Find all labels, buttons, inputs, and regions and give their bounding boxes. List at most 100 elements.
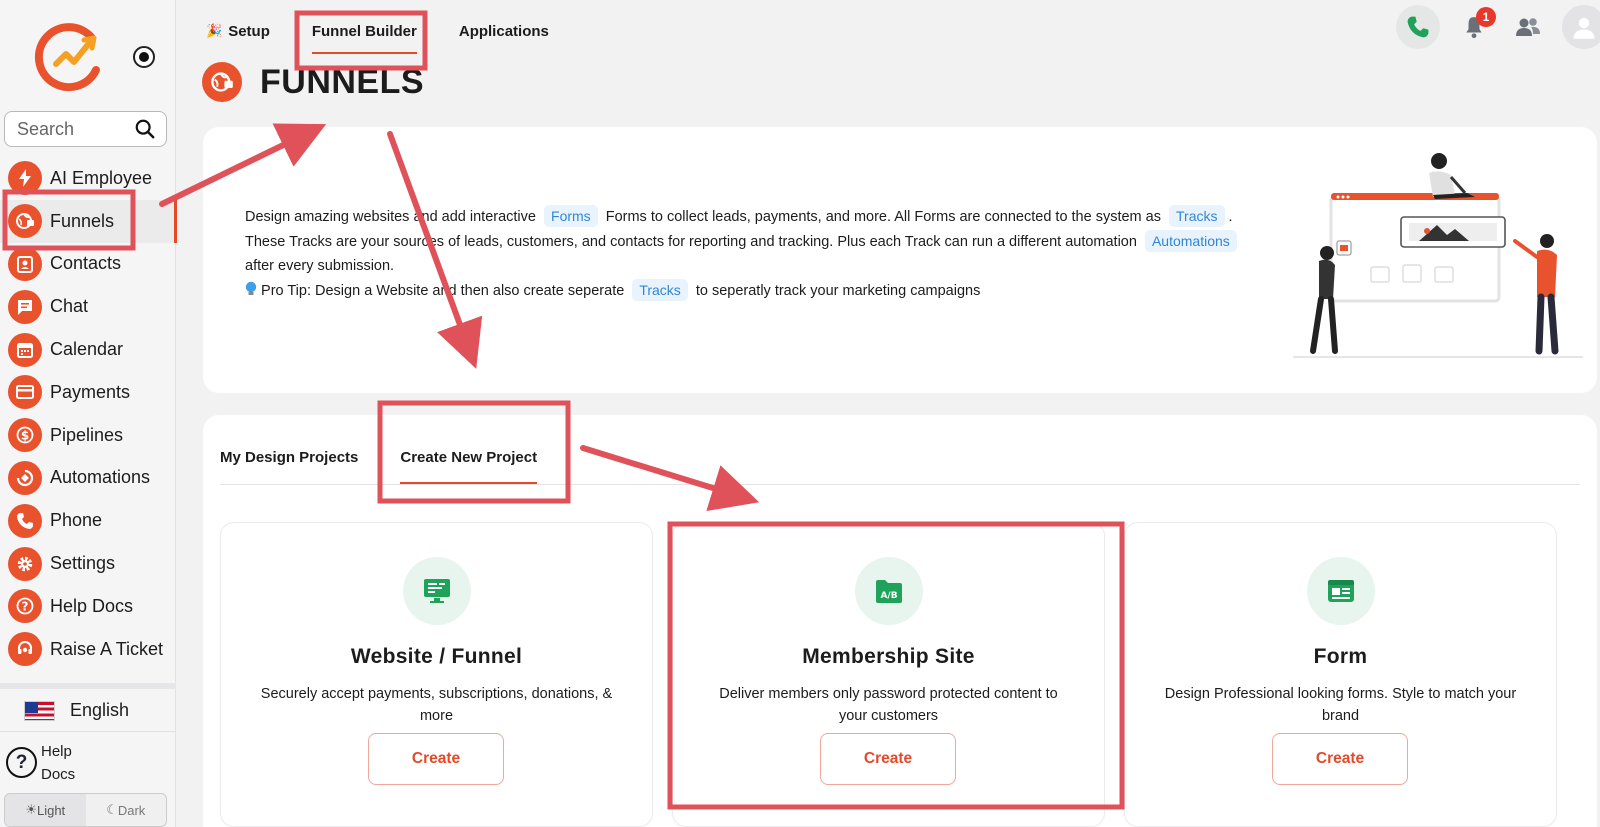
page-header: FUNNELS xyxy=(202,62,424,102)
search-box[interactable] xyxy=(4,111,167,147)
chat-bubble-icon xyxy=(8,289,42,324)
card-description: Deliver members only password protected … xyxy=(719,686,1058,724)
svg-text:?: ? xyxy=(22,600,29,614)
team-design-illustration xyxy=(1293,153,1583,358)
create-website-funnel-button[interactable]: Create xyxy=(368,733,504,785)
tracks-chip[interactable]: Tracks xyxy=(632,278,688,301)
credit-card-icon xyxy=(8,375,42,410)
calendar-icon xyxy=(8,332,42,367)
moon-icon: ☾ xyxy=(106,802,118,817)
sidebar-item-chat[interactable]: Chat xyxy=(0,285,176,328)
tracks-chip[interactable]: Tracks xyxy=(1169,205,1225,227)
sidebar-item-label: Payments xyxy=(50,381,131,402)
language-label: English xyxy=(70,700,130,720)
automation-cycle-icon xyxy=(8,460,42,495)
sidebar-item-label: AI Employee xyxy=(50,167,153,188)
sidebar-item-pipelines[interactable]: $ Pipelines xyxy=(0,414,176,457)
users-icon xyxy=(1516,18,1540,36)
headset-icon xyxy=(8,632,42,667)
sidebar-item-label: Settings xyxy=(50,553,116,574)
team-button[interactable] xyxy=(1508,7,1548,47)
call-button[interactable] xyxy=(1396,5,1440,49)
search-icon[interactable] xyxy=(134,118,156,140)
card-title: Form xyxy=(1313,645,1368,668)
tab-setup[interactable]: 🎉 Setup xyxy=(206,23,270,40)
sidebar-item-label: Chat xyxy=(50,296,89,317)
sidebar-item-calendar[interactable]: Calendar xyxy=(0,328,176,371)
lightbulb-icon xyxy=(245,281,257,295)
tab-label: Setup xyxy=(228,22,270,40)
contact-card-icon xyxy=(8,246,42,281)
theme-light-option[interactable]: ☀ Light xyxy=(5,794,86,826)
pro-tip: Pro Tip: Design a Website and then also … xyxy=(245,278,1255,304)
sidebar-item-label: Pipelines xyxy=(50,424,124,445)
notifications-button[interactable]: 1 xyxy=(1454,7,1496,47)
card-description: Design Professional looking forms. Style… xyxy=(1164,686,1517,724)
sidebar-item-label: Contacts xyxy=(50,253,122,274)
lightning-icon xyxy=(8,161,42,196)
theme-toggle[interactable]: ☀ Light ☾ Dark xyxy=(4,793,167,827)
sidebar-item-ai-employee[interactable]: AI Employee xyxy=(0,157,176,200)
intro-card: Design amazing websites and add interact… xyxy=(203,127,1597,393)
sidebar-item-raise-a-ticket[interactable]: Raise A Ticket xyxy=(0,628,176,671)
project-tabs: My Design Projects Create New Project xyxy=(220,433,1580,485)
intro-text-segment: Pro Tip: Design a Website and then also … xyxy=(261,282,625,299)
sidebar-divider xyxy=(0,683,176,689)
create-membership-site-button[interactable]: Create xyxy=(820,733,956,785)
search-input[interactable] xyxy=(17,118,127,140)
card-description: Securely accept payments, subscriptions,… xyxy=(260,686,613,724)
intro-text-segment: . xyxy=(1228,209,1233,225)
intro-line-2: These Tracks are your sources of leads, … xyxy=(245,229,1255,255)
intro-text-segment: Forms to collect leads, payments, and mo… xyxy=(605,209,1161,225)
language-selector[interactable]: English xyxy=(0,690,176,732)
tab-create-new-project[interactable]: Create New Project xyxy=(400,433,537,484)
sidebar-collapse-toggle[interactable] xyxy=(133,46,155,68)
help-docs-link[interactable]: ? Help Docs xyxy=(6,740,81,786)
tab-label: Applications xyxy=(458,22,549,40)
party-popper-icon: 🎉 xyxy=(206,23,223,38)
projects-panel: My Design Projects Create New Project We… xyxy=(203,415,1597,827)
tab-applications[interactable]: Applications xyxy=(459,23,549,40)
top-nav: 🎉 Setup Funnel Builder Applications xyxy=(206,20,591,54)
intro-text: Design amazing websites and add interact… xyxy=(245,205,1255,303)
sidebar-item-label: Help Docs xyxy=(50,595,134,616)
theme-dark-option[interactable]: ☾ Dark xyxy=(86,794,167,826)
tab-funnel-builder[interactable]: Funnel Builder xyxy=(311,22,417,54)
tab-my-design-projects[interactable]: My Design Projects xyxy=(220,433,358,484)
form-card: Form Design Professional looking forms. … xyxy=(1124,522,1557,827)
theme-light-label: Light xyxy=(36,802,66,818)
ab-test-folder-icon: A/B xyxy=(854,557,923,625)
sidebar-item-payments[interactable]: Payments xyxy=(0,371,176,414)
sidebar-item-automations[interactable]: Automations xyxy=(0,457,176,500)
sidebar-item-funnels[interactable]: Funnels xyxy=(0,199,177,243)
sidebar-item-phone[interactable]: Phone xyxy=(0,499,176,542)
dollar-icon: $ xyxy=(8,418,42,453)
card-title: Website / Funnel xyxy=(350,645,523,668)
automations-chip[interactable]: Automations xyxy=(1144,229,1237,252)
tab-label: Funnel Builder xyxy=(311,22,417,40)
user-avatar[interactable] xyxy=(1562,5,1600,49)
question-icon: ? xyxy=(8,589,42,624)
create-form-button[interactable]: Create xyxy=(1272,733,1408,785)
sidebar-item-settings[interactable]: Settings xyxy=(0,542,176,585)
sidebar-item-label: Funnels xyxy=(50,210,115,231)
sidebar-item-label: Phone xyxy=(50,510,103,531)
intro-line-3: after every submission. xyxy=(245,258,395,274)
svg-text:$: $ xyxy=(21,429,29,443)
intro-text-segment: These Tracks are your sources of leads, … xyxy=(245,233,1137,250)
top-actions: 1 xyxy=(1396,5,1600,49)
intro-text-segment: Design amazing websites and add interact… xyxy=(245,209,536,225)
phone-icon xyxy=(1407,16,1429,38)
intro-text-segment: to seperatly track your marketing campai… xyxy=(695,282,981,299)
sidebar-item-help-docs[interactable]: ? Help Docs xyxy=(0,585,176,628)
phone-icon xyxy=(8,503,42,538)
sidebar-item-label: Calendar xyxy=(50,339,124,360)
website-monitor-icon xyxy=(402,557,471,625)
sidebar-item-contacts[interactable]: Contacts xyxy=(0,243,176,286)
us-flag-icon xyxy=(24,700,55,721)
website-funnel-card: Website / Funnel Securely accept payment… xyxy=(220,522,653,827)
question-circle-icon: ? xyxy=(6,747,37,778)
app-logo[interactable] xyxy=(34,20,106,92)
user-icon xyxy=(1573,17,1595,39)
forms-chip[interactable]: Forms xyxy=(544,205,598,227)
